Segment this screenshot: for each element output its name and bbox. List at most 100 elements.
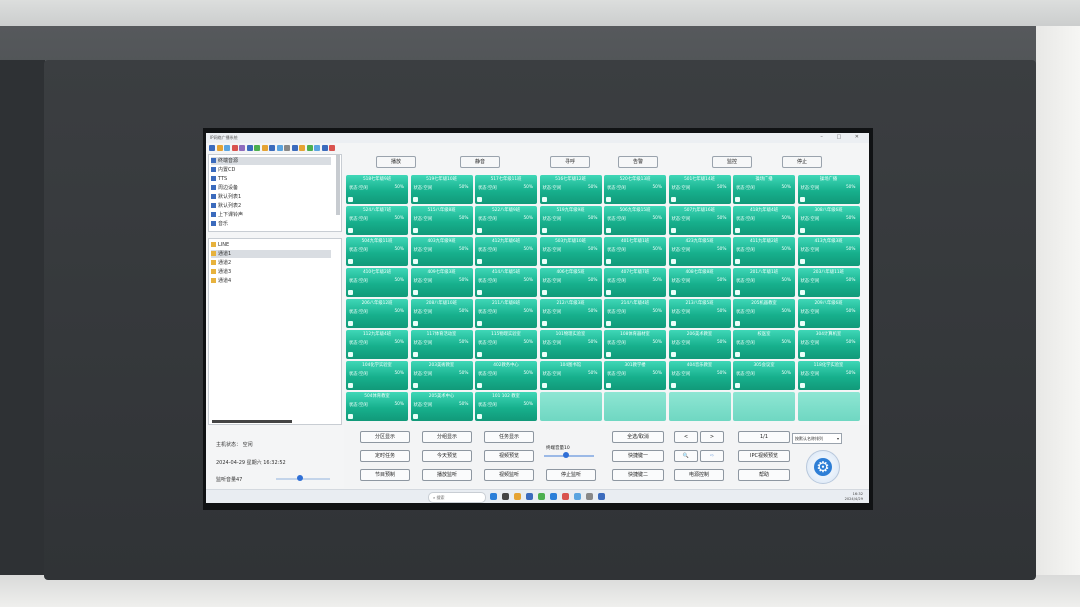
tree-item[interactable]: 内置CD — [211, 166, 235, 174]
terminal-volume-slider[interactable] — [544, 455, 594, 457]
zone-tile[interactable]: 409七年级3班 状态:空闲 50% — [410, 268, 473, 297]
toolbar-tool-icon[interactable] — [224, 145, 230, 151]
channel-item[interactable]: 通道1 — [211, 250, 331, 258]
taskbar-search[interactable]: ⌕ 搜索 — [428, 492, 486, 503]
zone-tile[interactable]: 操场广播 状态:空闲 50% — [733, 175, 795, 204]
toolbar-tool-icon[interactable] — [231, 145, 238, 151]
top-action-button[interactable]: 停止 — [782, 156, 822, 168]
zone-tile[interactable]: 411九年级2班 状态:空闲 50% — [733, 237, 795, 266]
zone-tile[interactable]: 516七年级12班 状态:空闲 50% — [539, 175, 602, 204]
settings-button[interactable]: ⚙ — [806, 450, 840, 484]
channel-scrollbar[interactable] — [212, 420, 292, 423]
zone-tile[interactable]: 108体育器材室 状态:空闲 50% — [604, 330, 666, 359]
toolbar-tool-icon[interactable] — [276, 145, 283, 151]
channel-item[interactable]: 通道3 — [211, 268, 231, 276]
zone-tile[interactable]: 205机器教室 状态:空闲 50% — [733, 299, 795, 328]
page-next-button[interactable]: > — [700, 431, 724, 443]
toolbar-tool-icon[interactable] — [284, 145, 290, 151]
zone-tile[interactable]: 519九年级9班 状态:空闲 50% — [539, 206, 602, 235]
taskbar-app-icon[interactable] — [562, 493, 569, 500]
help-button[interactable]: 帮助 — [738, 469, 790, 481]
zone-tile[interactable]: 115物理实验室 状态:空闲 50% — [475, 330, 537, 359]
taskbar-app-icon[interactable] — [574, 493, 581, 500]
zone-tile[interactable]: 404音乐教室 状态:空闲 50% — [668, 361, 731, 390]
top-action-button[interactable]: 告警 — [618, 156, 658, 168]
task-view-button[interactable]: 任务显示 — [484, 431, 534, 443]
zone-tile[interactable]: 401七年级1班 状态:空闲 50% — [604, 237, 666, 266]
monitor-volume-slider[interactable] — [276, 478, 330, 480]
toolbar-tool-icon[interactable] — [254, 145, 260, 151]
zone-view-button[interactable]: 分区显示 — [360, 431, 410, 443]
zone-tile[interactable]: 423九年级5班 状态:空闲 50% — [668, 237, 731, 266]
zone-tile[interactable]: 101物理实验室 状态:空闲 50% — [539, 330, 602, 359]
toolbar-tool-icon[interactable] — [269, 145, 275, 151]
zone-tile[interactable]: 211八年级8班 状态:空闲 50% — [475, 299, 537, 328]
toolbar-tool-icon[interactable] — [306, 145, 313, 151]
sort-select[interactable]: 按默认名称排列 ▾ — [792, 433, 842, 444]
zone-tile[interactable]: 504九年级11班 状态:空闲 50% — [346, 237, 408, 266]
channel-item[interactable]: LINE — [211, 241, 229, 249]
hotkey-one-button[interactable]: 快捷键一 — [612, 450, 664, 462]
toolbar-tool-icon[interactable] — [321, 145, 328, 151]
toolbar-tool-icon[interactable] — [209, 145, 215, 151]
tree-item[interactable]: 默认列表1 — [211, 193, 241, 201]
toolbar-tool-icon[interactable] — [314, 145, 320, 151]
system-clock[interactable]: 16:32 2024/4/29 — [845, 492, 863, 501]
zone-tile[interactable]: 208八年级10班 状态:空闲 50% — [410, 299, 473, 328]
zone-tile[interactable]: 308八年级6班 状态:空闲 50% — [797, 206, 860, 235]
toolbar-tool-icon[interactable] — [299, 145, 305, 151]
arrow-right-icon[interactable]: ⇨ — [700, 450, 724, 462]
page-prev-button[interactable]: < — [674, 431, 698, 443]
zone-tile[interactable]: 413九年级3班 状态:空闲 50% — [797, 237, 860, 266]
toolbar-tool-icon[interactable] — [261, 145, 268, 151]
zone-tile[interactable]: 402教务中心 状态:空闲 50% — [475, 361, 537, 390]
zone-tile[interactable]: 201八年级1班 状态:空闲 50% — [733, 268, 795, 297]
zone-tile[interactable]: 214八年级4班 状态:空闲 50% — [604, 299, 666, 328]
tree-item[interactable]: 上下课铃声 — [211, 211, 243, 219]
zone-tile[interactable]: 504体育教室 状态:空闲 50% — [346, 392, 408, 421]
zone-tile[interactable]: 203美術教室 状态:空闲 50% — [410, 361, 473, 390]
zone-tile[interactable]: 407七年级7班 状态:空闲 50% — [604, 268, 666, 297]
top-action-button[interactable]: 静音 — [460, 156, 500, 168]
ipc-preview-button[interactable]: IPC视频预览 — [738, 450, 790, 462]
zone-tile[interactable]: 506九年级15班 状态:空闲 50% — [604, 206, 666, 235]
tree-item[interactable]: 终端音源 — [211, 157, 331, 165]
zone-tile[interactable]: 206美术教室 状态:空闲 50% — [668, 330, 731, 359]
zone-tile[interactable]: 209八年级6班 状态:空闲 50% — [797, 299, 860, 328]
zone-tile[interactable]: 213八年级5班 状态:空闲 50% — [668, 299, 731, 328]
select-all-button[interactable]: 全选/取消 — [612, 431, 664, 443]
tree-item[interactable]: 周边设备 — [211, 184, 238, 192]
zone-tile[interactable]: 520七年级13班 状态:空闲 50% — [604, 175, 666, 204]
toolbar-tool-icon[interactable] — [216, 145, 223, 151]
today-preview-button[interactable]: 今天预览 — [422, 450, 472, 462]
taskbar-app-icon[interactable] — [514, 493, 521, 500]
zone-tile[interactable]: 410七年级2班 状态:空闲 50% — [346, 268, 408, 297]
tree-item[interactable]: TTS — [211, 175, 227, 183]
zone-tile[interactable]: 101 102 教室 状态:空闲 50% — [475, 392, 537, 421]
channel-item[interactable]: 通道4 — [211, 277, 231, 285]
toolbar-tool-icon[interactable] — [291, 145, 298, 151]
taskbar-app-icon[interactable] — [586, 493, 593, 500]
taskbar-app-icon[interactable] — [502, 493, 509, 500]
zone-tile[interactable]: 503九年级10班 状态:空闲 50% — [539, 237, 602, 266]
tree-scrollbar[interactable] — [336, 155, 340, 215]
taskbar-app-icon[interactable] — [526, 493, 533, 500]
zone-tile[interactable]: 305会议室 状态:空闲 50% — [733, 361, 795, 390]
zone-tile[interactable]: 校医室 状态:空闲 50% — [733, 330, 795, 359]
zone-tile[interactable]: 515八年级8班 状态:空闲 50% — [410, 206, 473, 235]
zone-tile[interactable]: 301教学楼 状态:空闲 50% — [604, 361, 666, 390]
zone-tile[interactable]: 522八年级9班 状态:空闲 50% — [475, 206, 537, 235]
video-preview-button[interactable]: 视频预览 — [484, 450, 534, 462]
zone-tile[interactable]: 412九年级6班 状态:空闲 50% — [475, 237, 537, 266]
zone-tile[interactable]: 501七年级14班 状态:空闲 50% — [668, 175, 731, 204]
search-icon[interactable]: 🔍 — [674, 450, 698, 462]
zone-tile[interactable]: 206八年级12班 状态:空闲 50% — [346, 299, 408, 328]
zone-tile[interactable]: 507九年级16班 状态:空闲 50% — [668, 206, 731, 235]
zone-tile[interactable]: 524八年级7班 状态:空闲 50% — [346, 206, 408, 235]
tree-item[interactable]: 音乐 — [211, 220, 228, 228]
group-view-button[interactable]: 分组显示 — [422, 431, 472, 443]
zone-tile[interactable]: 104图书馆 状态:空闲 50% — [539, 361, 602, 390]
zone-tile[interactable]: 212八年级3班 状态:空闲 50% — [539, 299, 602, 328]
zone-tile[interactable]: 104化学实验室 状态:空闲 50% — [346, 361, 408, 390]
window-controls[interactable]: – □ ✕ — [820, 134, 865, 140]
